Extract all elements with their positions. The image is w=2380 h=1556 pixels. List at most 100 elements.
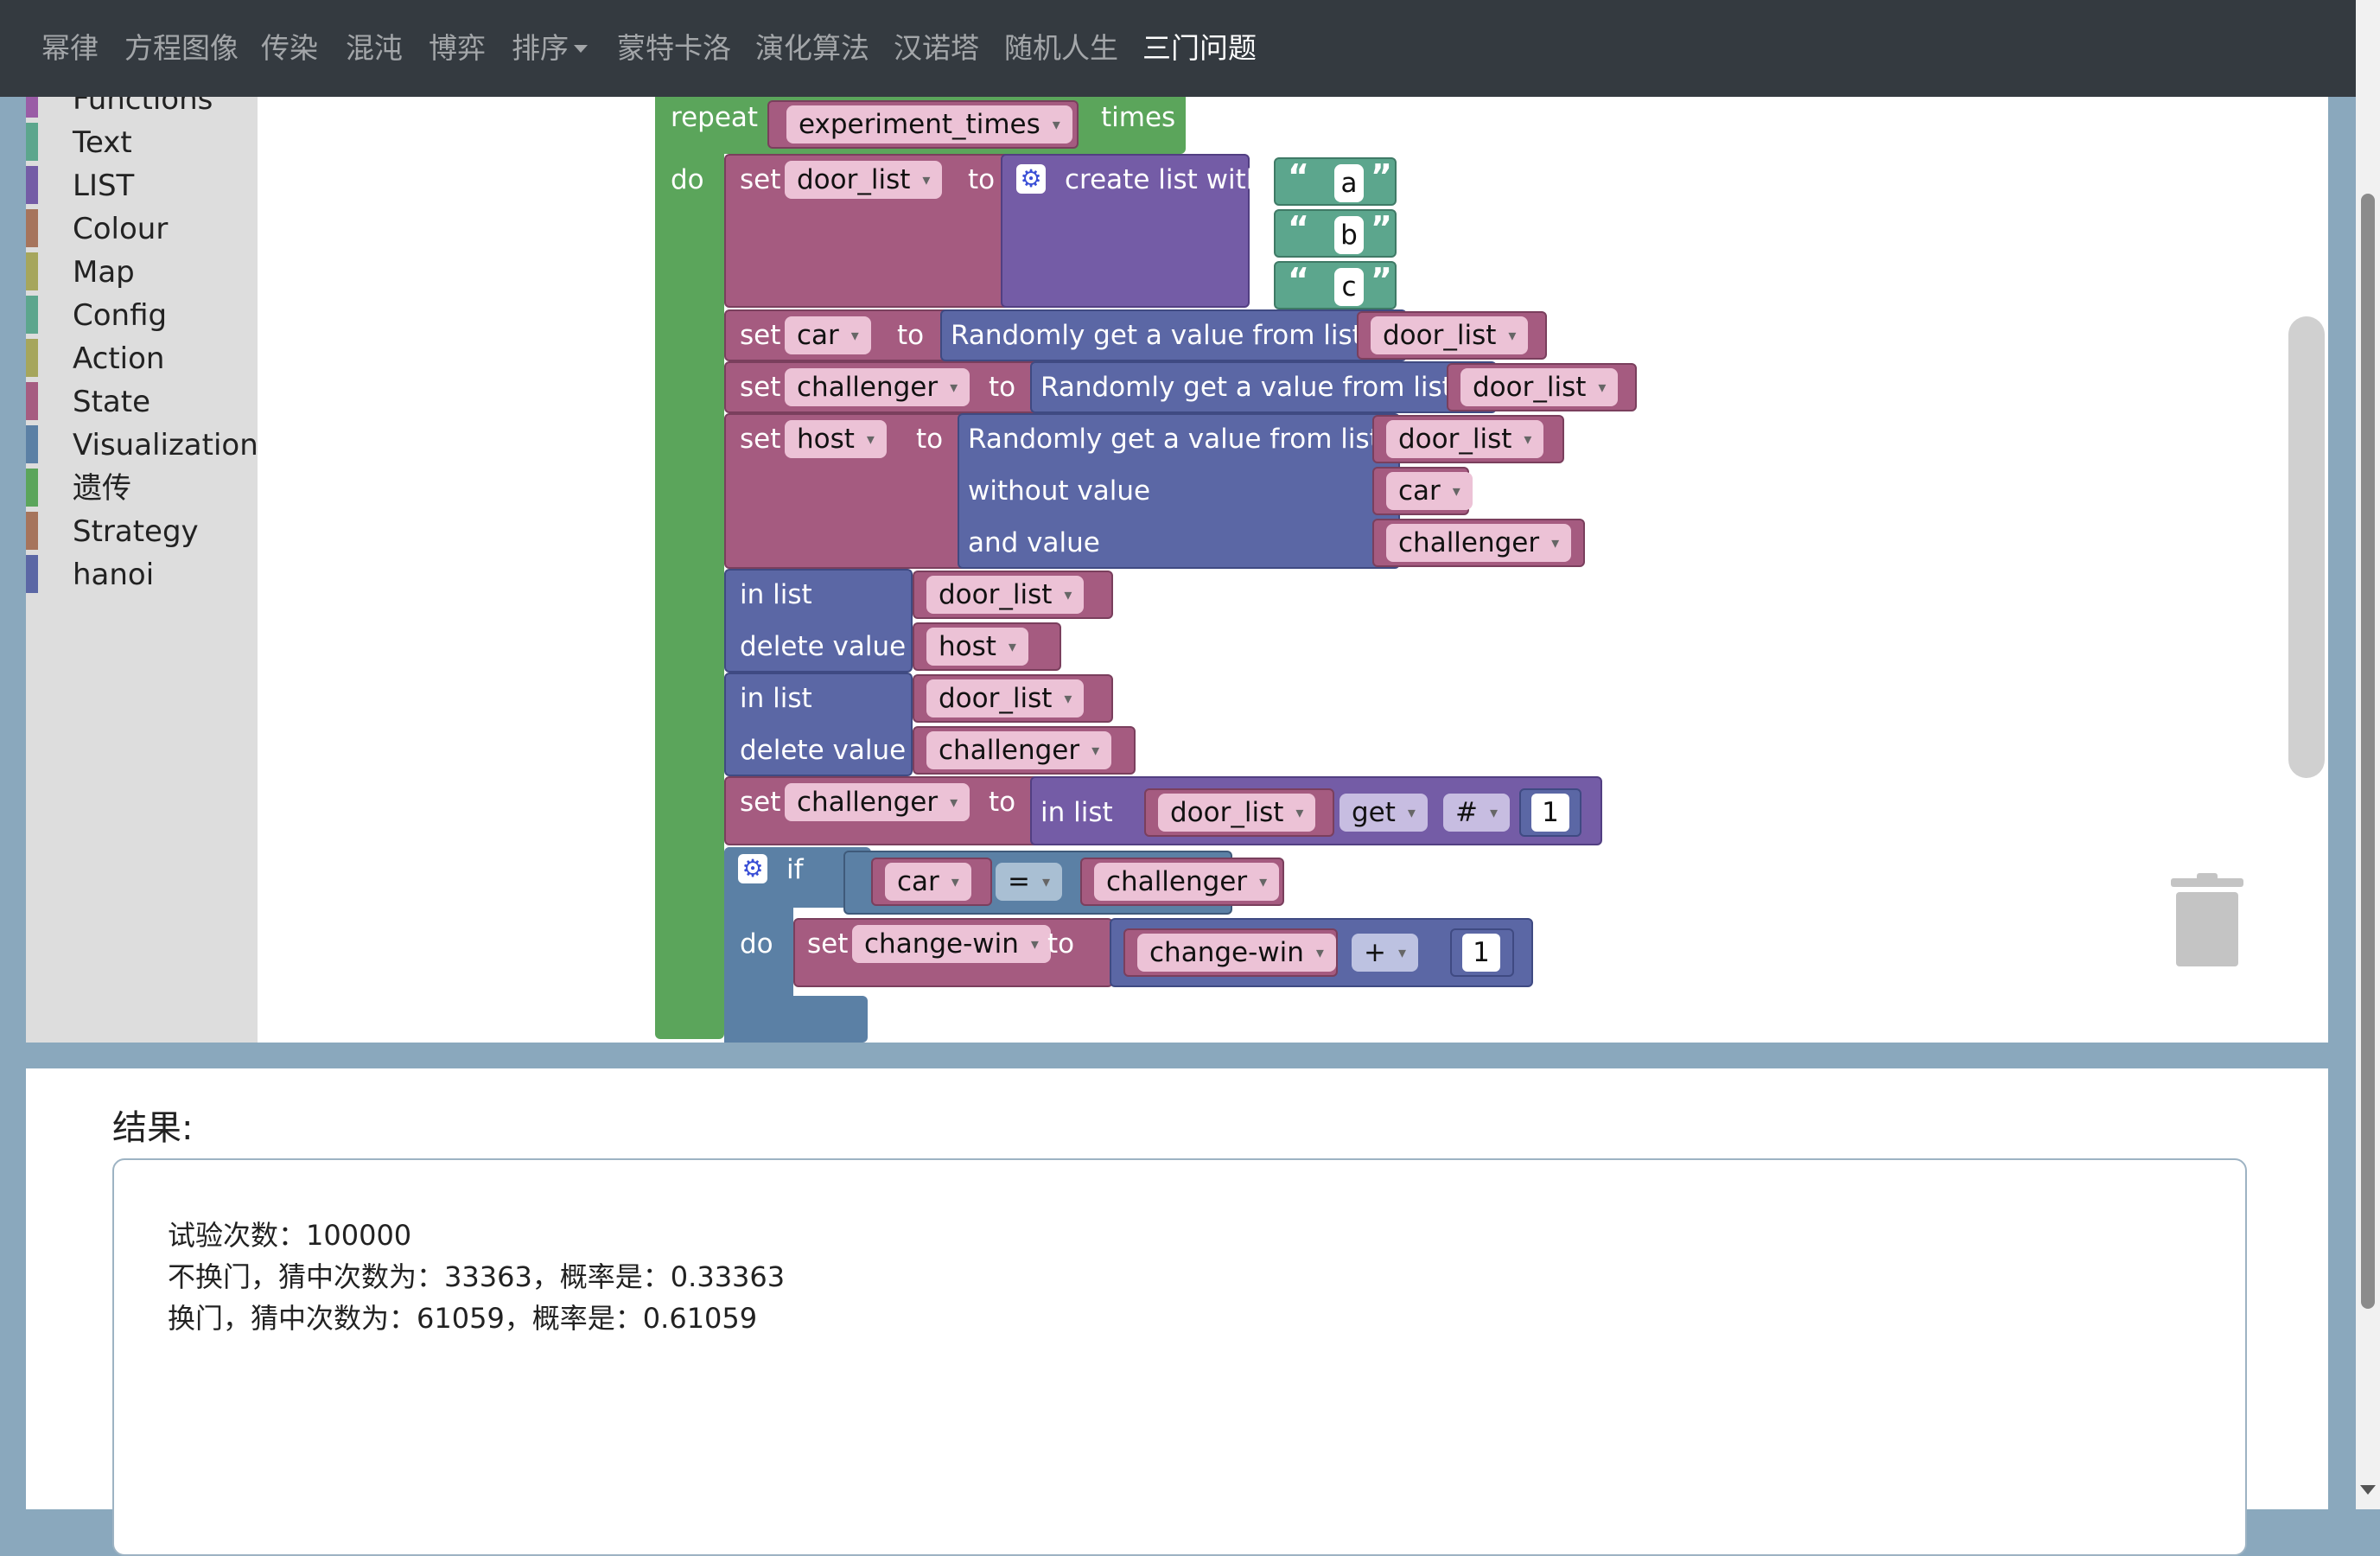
category-label: Strategy <box>73 514 199 549</box>
category-label: Action <box>73 341 165 376</box>
blockly-workspace[interactable]: Functions Text LIST Colour Map Config Ac… <box>26 97 2328 1043</box>
car-dropdown[interactable]: car <box>1386 472 1473 510</box>
and-value-label: and value <box>968 527 1100 558</box>
challenger-dropdown[interactable]: challenger <box>926 731 1112 769</box>
workspace-vertical-scrollbar[interactable] <box>2288 316 2325 778</box>
in-list-label: in list <box>740 579 812 610</box>
category-colour[interactable]: Colour <box>26 207 258 251</box>
repeat-block-spine <box>655 97 724 1039</box>
nav-item-game[interactable]: 博弈 <box>429 0 486 97</box>
nav-item-infection[interactable]: 传染 <box>261 0 318 97</box>
gear-icon[interactable]: ⚙ <box>738 854 767 883</box>
category-color-bar <box>26 296 38 334</box>
car-dropdown[interactable]: car <box>885 863 971 901</box>
challenger-var-dropdown[interactable]: challenger <box>785 783 970 821</box>
arithmetic-operator-dropdown[interactable]: + <box>1352 934 1419 972</box>
index-number-field[interactable]: 1 <box>1531 794 1569 832</box>
category-action[interactable]: Action <box>26 337 258 380</box>
set-keyword: set <box>740 787 781 818</box>
category-label: 遗传 <box>73 471 131 506</box>
result-line-switch: 换门，猜中次数为：61059，概率是：0.61059 <box>168 1302 758 1335</box>
operator-dropdown[interactable]: = <box>996 863 1063 901</box>
category-config[interactable]: Config <box>26 294 258 337</box>
number-field[interactable]: 1 <box>1462 934 1500 972</box>
if-block-footer <box>724 996 868 1043</box>
door-list-dropdown[interactable]: door_list <box>1460 368 1619 406</box>
delete-value-label: delete value <box>740 631 907 662</box>
category-color-bar <box>26 382 38 420</box>
door-list-dropdown[interactable]: door_list <box>926 679 1085 717</box>
category-strategy[interactable]: Strategy <box>26 510 258 553</box>
gear-icon[interactable]: ⚙ <box>1016 164 1046 194</box>
text-value-a[interactable]: a <box>1334 164 1364 202</box>
car-var-dropdown[interactable]: car <box>785 316 871 354</box>
result-panel: 结果: 试验次数：100000 不换门，猜中次数为：33363，概率是：0.33… <box>26 1068 2328 1556</box>
index-where-dropdown[interactable]: # <box>1443 794 1511 832</box>
close-quote-icon: ” <box>1371 157 1392 195</box>
change-win-dropdown[interactable]: change-win <box>1137 934 1336 972</box>
nav-item-monty-hall[interactable]: 三门问题 <box>1142 0 1257 97</box>
category-visualization[interactable]: Visualization <box>26 424 258 467</box>
host-var-dropdown[interactable]: host <box>785 420 887 458</box>
nav-item-random-life[interactable]: 随机人生 <box>1004 0 1118 97</box>
category-label: State <box>73 385 150 419</box>
category-hanoi[interactable]: hanoi <box>26 553 258 596</box>
to-keyword: to <box>1047 928 1075 960</box>
without-value-label: without value <box>968 475 1151 507</box>
category-color-bar <box>26 425 38 463</box>
category-functions[interactable]: Functions <box>26 97 258 121</box>
if-keyword: if <box>786 854 804 885</box>
nav-item-power-law[interactable]: 幂律 <box>41 0 99 97</box>
category-color-bar <box>26 123 38 161</box>
category-label: Colour <box>73 212 169 246</box>
to-keyword: to <box>989 787 1016 818</box>
page-scrollbar-thumb[interactable] <box>2361 194 2375 1309</box>
result-line-trials: 试验次数：100000 <box>168 1219 412 1252</box>
nav-item-hanoi[interactable]: 汉诺塔 <box>894 0 979 97</box>
chevron-down-icon <box>574 45 588 53</box>
door-list-dropdown[interactable]: door_list <box>1386 420 1544 458</box>
experiment-times-dropdown[interactable]: experiment_times <box>786 105 1072 143</box>
to-keyword: to <box>968 164 996 195</box>
challenger-dropdown[interactable]: challenger <box>1094 863 1280 901</box>
door-list-dropdown[interactable]: door_list <box>1158 794 1316 832</box>
change-win-var-dropdown[interactable]: change-win <box>852 925 1051 963</box>
get-mode-dropdown[interactable]: get <box>1340 794 1428 832</box>
challenger-var-dropdown[interactable]: challenger <box>785 368 970 406</box>
result-line-no-switch: 不换门，猜中次数为：33363，概率是：0.33363 <box>168 1260 786 1293</box>
nav-item-chaos[interactable]: 混沌 <box>346 0 403 97</box>
set-keyword: set <box>740 164 781 195</box>
category-label: Functions <box>73 97 213 117</box>
set-keyword: set <box>740 372 781 403</box>
scroll-down-arrow-icon[interactable] <box>2360 1485 2376 1495</box>
in-list-label: in list <box>740 683 812 714</box>
door-list-var-dropdown[interactable]: door_list <box>785 161 943 199</box>
delete-value-label: delete value <box>740 735 907 766</box>
category-color-bar <box>26 209 38 247</box>
category-state[interactable]: State <box>26 380 258 424</box>
set-keyword: set <box>740 424 781 455</box>
category-label: Config <box>73 298 168 333</box>
text-value-c[interactable]: c <box>1334 268 1364 306</box>
nav-item-evolution[interactable]: 演化算法 <box>755 0 869 97</box>
nav-item-monte-carlo[interactable]: 蒙特卡洛 <box>617 0 731 97</box>
nav-item-sort-dropdown[interactable]: 排序 <box>512 0 588 97</box>
text-value-b[interactable]: b <box>1334 216 1364 254</box>
category-label: Text <box>73 125 132 160</box>
trash-can-icon[interactable] <box>2171 873 2243 966</box>
host-dropdown[interactable]: host <box>926 628 1028 666</box>
challenger-dropdown[interactable]: challenger <box>1386 524 1572 562</box>
repeat-keyword: repeat <box>671 102 759 133</box>
door-list-dropdown[interactable]: door_list <box>1371 316 1529 354</box>
category-list[interactable]: LIST <box>26 164 258 207</box>
in-list-label: in list <box>1040 797 1113 828</box>
repeat-do-label: do <box>671 164 704 195</box>
category-map[interactable]: Map <box>26 251 258 294</box>
category-color-bar <box>26 97 38 118</box>
nav-item-equation-graph[interactable]: 方程图像 <box>124 0 239 97</box>
category-color-bar <box>26 252 38 290</box>
open-quote-icon: “ <box>1288 157 1309 195</box>
door-list-dropdown[interactable]: door_list <box>926 576 1085 614</box>
category-text[interactable]: Text <box>26 121 258 164</box>
category-genetic[interactable]: 遗传 <box>26 467 258 510</box>
